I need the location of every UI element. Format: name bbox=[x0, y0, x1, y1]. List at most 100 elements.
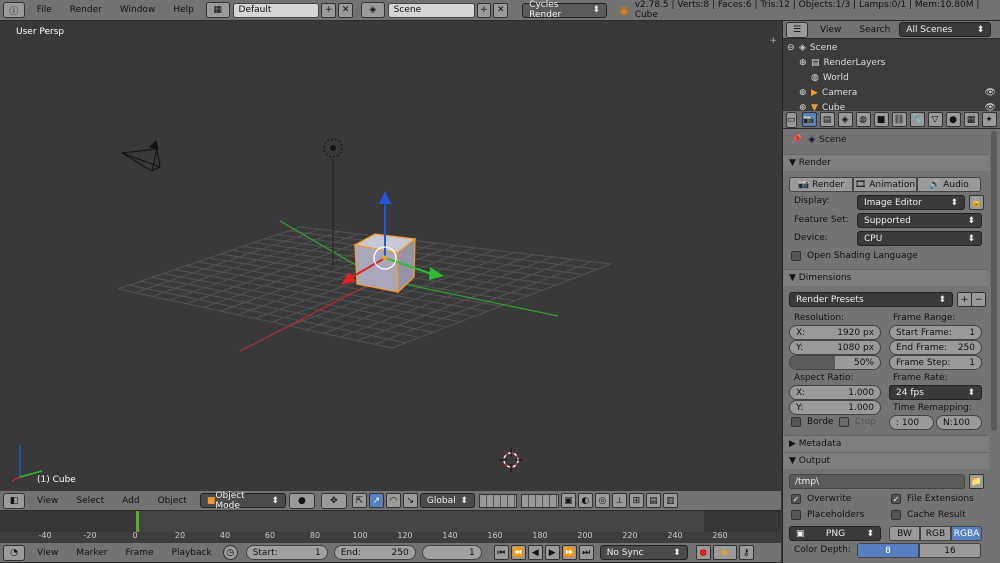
jump-key-back-icon[interactable]: ⏪ bbox=[510, 545, 526, 560]
tl-menu-view[interactable]: View bbox=[28, 548, 67, 558]
rgba-button[interactable]: RGBA bbox=[951, 526, 982, 541]
properties-editor[interactable]: ▭ 📷 ▤ ◈ ◍ ■ ⛓ 🔧 ▽ ● ▦ ✦ ◔ 📌 ◈ Scene ▼ Re… bbox=[782, 111, 1000, 563]
lock-layer-icon[interactable]: ▣ bbox=[560, 493, 576, 508]
menu-add[interactable]: Add bbox=[113, 496, 148, 506]
aspect-y-field[interactable]: Y: 1.000 bbox=[789, 400, 881, 415]
menu-object[interactable]: Object bbox=[149, 496, 196, 506]
layout-grid-icon[interactable]: ▦ bbox=[205, 2, 230, 18]
add-preset-icon[interactable]: + bbox=[957, 292, 972, 307]
constraints-tab-icon[interactable]: ⛓ bbox=[891, 112, 907, 127]
timeline[interactable]: -40 -20 0 20 40 60 80 100 120 140 160 180 200 220 240 2… bbox=[0, 511, 781, 543]
rgb-button[interactable]: RGB bbox=[920, 526, 951, 541]
proportional-icon[interactable]: ◎ bbox=[594, 493, 610, 508]
particles-tab-icon[interactable]: ✦ bbox=[981, 112, 997, 127]
jump-key-fwd-icon[interactable]: ⏩ bbox=[561, 545, 577, 560]
render-button[interactable]: 📷 Render bbox=[789, 177, 853, 192]
layer-buttons-2[interactable] bbox=[520, 493, 559, 508]
depth-8-button[interactable]: 8 bbox=[857, 543, 919, 558]
bw-button[interactable]: BW bbox=[889, 526, 920, 541]
context-tabs[interactable]: 📷 ▤ ◈ ◍ ■ ⛓ 🔧 ▽ ● ▦ ✦ ◔ bbox=[800, 112, 1000, 127]
animation-button[interactable]: 🎞 Animation bbox=[853, 177, 917, 192]
play-icon[interactable]: ▶ bbox=[544, 545, 560, 560]
checkbox-box[interactable]: ✓ bbox=[791, 494, 801, 504]
menu-window[interactable]: Window bbox=[111, 5, 165, 15]
preview-range-icon[interactable]: ◷ bbox=[222, 545, 238, 560]
material-tab-icon[interactable]: ● bbox=[945, 112, 961, 127]
tl-menu-playback[interactable]: Playback bbox=[163, 548, 221, 558]
placeholders-checkbox[interactable]: Placeholders bbox=[791, 510, 864, 520]
pivot-icon[interactable]: ✥ bbox=[320, 492, 347, 509]
data-tab-icon[interactable]: ▽ bbox=[927, 112, 943, 127]
outliner-item-scene[interactable]: ⊖ ◈ Scene bbox=[787, 40, 996, 55]
properties-editor-icon[interactable]: ▭ bbox=[786, 111, 797, 128]
shading-icon[interactable]: ● bbox=[288, 492, 315, 509]
mode-dropdown[interactable]: ■ Object Mode ⬍ bbox=[199, 491, 286, 511]
snap-icon[interactable]: ⟂ bbox=[611, 493, 627, 508]
file-ext-checkbox[interactable]: ✓ File Extensions bbox=[891, 494, 974, 504]
outliner-editor-icon[interactable]: ☰ bbox=[786, 21, 808, 38]
current-frame-field[interactable]: 1 bbox=[421, 545, 482, 560]
frame-step-prop[interactable]: Frame Step: 1 bbox=[889, 355, 982, 370]
feature-dropdown[interactable]: Supported ⬍ bbox=[857, 213, 982, 228]
keying-set-icon[interactable]: ◆ bbox=[712, 545, 737, 560]
outliner-item-world[interactable]: ◍ World bbox=[787, 70, 996, 85]
time-new-field[interactable]: N:100 bbox=[936, 415, 982, 430]
start-frame-field[interactable]: Start: 1 bbox=[245, 545, 328, 560]
render-presets-dropdown[interactable]: Render Presets ⬍ bbox=[789, 292, 953, 307]
layer-buttons[interactable] bbox=[478, 493, 517, 508]
opengl-render-icon[interactable]: ▤ bbox=[645, 493, 661, 508]
remove-scene-icon[interactable]: ✕ bbox=[493, 2, 509, 18]
tl-menu-frame[interactable]: Frame bbox=[116, 548, 162, 558]
dimensions-panel-header[interactable]: ▼ Dimensions bbox=[783, 269, 989, 286]
menu-render[interactable]: Render bbox=[61, 5, 111, 15]
opengl-anim-icon[interactable]: ▥ bbox=[662, 493, 678, 508]
outliner-menu-view[interactable]: View bbox=[811, 25, 850, 35]
checkbox-box[interactable] bbox=[791, 510, 801, 520]
menu-select[interactable]: Select bbox=[67, 496, 113, 506]
render-layers-tab-icon[interactable]: ▤ bbox=[819, 112, 835, 127]
cache-checkbox[interactable]: Cache Result bbox=[891, 510, 966, 520]
checkbox-box[interactable] bbox=[891, 510, 901, 520]
world-tab-icon[interactable]: ◍ bbox=[855, 112, 871, 127]
lock-interface-icon[interactable]: 🔒 bbox=[969, 195, 984, 210]
plus-icon[interactable]: + bbox=[769, 36, 777, 46]
checkbox-box[interactable] bbox=[791, 251, 801, 261]
tl-menu-marker[interactable]: Marker bbox=[67, 548, 116, 558]
3d-cursor-icon[interactable] bbox=[499, 448, 523, 472]
depth-16-button[interactable]: 16 bbox=[919, 543, 981, 558]
info-editor-icon[interactable]: ⓘ bbox=[3, 2, 25, 18]
menu-view[interactable]: View bbox=[28, 496, 67, 506]
add-scene-icon[interactable]: + bbox=[476, 2, 492, 18]
resolution-x-field[interactable]: X: 1920 px bbox=[789, 325, 881, 340]
layout-field[interactable]: Default bbox=[232, 2, 320, 18]
orientation-dropdown[interactable]: Global ⬍ bbox=[419, 493, 475, 508]
outliner-item-renderlayers[interactable]: ⊕ ▤ RenderLayers bbox=[787, 55, 996, 70]
device-dropdown[interactable]: CPU ⬍ bbox=[857, 231, 982, 246]
add-layout-icon[interactable]: + bbox=[321, 2, 337, 18]
menu-file[interactable]: File bbox=[28, 5, 61, 15]
camera-object[interactable] bbox=[120, 140, 161, 172]
time-old-field[interactable]: : 100 bbox=[889, 415, 934, 430]
border-checkbox[interactable]: Borde bbox=[791, 417, 833, 427]
outliner-filter-dropdown[interactable]: All Scenes ⬍ bbox=[899, 22, 992, 37]
timeline-editor-icon[interactable]: ◔ bbox=[3, 544, 25, 561]
checkbox-box[interactable]: ✓ bbox=[891, 494, 901, 504]
snap-target-icon[interactable]: ⊞ bbox=[628, 493, 644, 508]
menu-help[interactable]: Help bbox=[164, 5, 203, 15]
frame-rate-dropdown[interactable]: 24 fps ⬍ bbox=[889, 385, 982, 400]
resolution-y-field[interactable]: Y: 1080 px bbox=[789, 340, 881, 355]
end-frame-prop[interactable]: End Frame: 250 bbox=[889, 340, 982, 355]
rotate-icon[interactable]: ◠ bbox=[385, 493, 401, 508]
end-frame-field[interactable]: End: 250 bbox=[333, 545, 416, 560]
start-frame-prop[interactable]: Start Frame: 1 bbox=[889, 325, 982, 340]
current-frame-marker[interactable] bbox=[136, 511, 140, 532]
scale-icon[interactable]: ↘ bbox=[402, 493, 418, 508]
expand-icon[interactable]: ⊕ bbox=[799, 58, 811, 68]
audio-button[interactable]: 🔊 Audio bbox=[917, 177, 981, 192]
overwrite-checkbox[interactable]: ✓ Overwrite bbox=[791, 494, 851, 504]
scene-icon[interactable]: ◈ bbox=[361, 2, 385, 18]
folder-icon[interactable]: 📁 bbox=[969, 474, 984, 489]
checkbox-box[interactable] bbox=[839, 417, 849, 427]
object-tab-icon[interactable]: ■ bbox=[873, 112, 889, 127]
record-icon[interactable]: ● bbox=[695, 545, 711, 560]
